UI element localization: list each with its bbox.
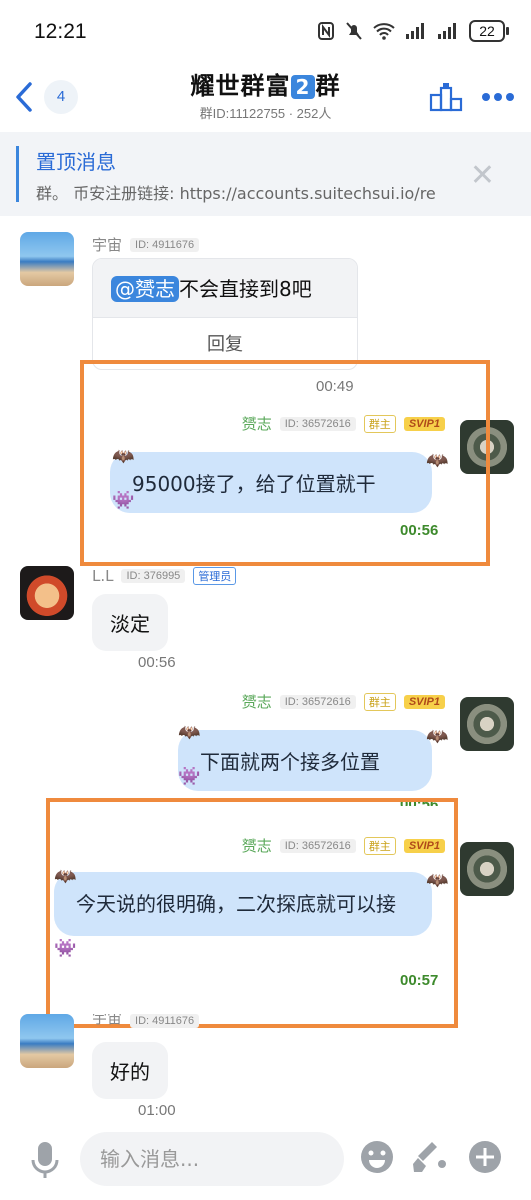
bat-decoration-icon: 🦇: [178, 722, 201, 743]
ghost-decoration-icon: 👾: [178, 766, 201, 787]
message-bubble: 好的: [92, 1042, 168, 1099]
input-bar: 输入消息...: [0, 1120, 531, 1200]
battery-indicator: 22: [469, 20, 509, 42]
sender-name: L.L: [92, 567, 114, 585]
role-badge: 管理员: [193, 567, 237, 585]
avatar[interactable]: [460, 842, 514, 896]
message-input[interactable]: 输入消息...: [80, 1132, 344, 1186]
sender-id: ID: 36572616: [279, 694, 356, 709]
message-card: @赟志 不会直接到8吧 回复: [92, 258, 358, 370]
sender-info: 宇宙 ID: 4911676: [92, 1014, 200, 1028]
status-bar: 12:21 22: [0, 0, 531, 62]
sender-name: 宇宙: [92, 236, 123, 254]
highlight-box: [80, 360, 490, 566]
sender-id: ID: 376995: [121, 569, 186, 583]
unread-count-badge: 4: [44, 80, 78, 114]
avatar[interactable]: [20, 566, 74, 620]
leaderboard-icon[interactable]: [429, 82, 463, 112]
back-button[interactable]: 4: [14, 80, 78, 114]
chat-header: 耀世群富 2 群 群ID:11122755 · 252人 4: [0, 62, 531, 132]
close-icon[interactable]: ✕: [470, 158, 495, 193]
message-bubble: 下面就两个接多位置: [178, 730, 432, 791]
sender-info: 赟志 ID: 36572616 群主 SVIP1: [242, 691, 445, 712]
vip-badge: SVIP1: [403, 694, 445, 709]
pinned-message[interactable]: 置顶消息 群。 币安注册链接: https://accounts.suitech…: [0, 132, 531, 216]
bat-decoration-icon: 🦇: [426, 726, 449, 747]
signal-icon: [406, 23, 424, 39]
highlight-box: [46, 798, 458, 1028]
sender-info: L.L ID: 376995 管理员: [92, 567, 237, 585]
avatar[interactable]: [460, 697, 514, 751]
more-icon[interactable]: [481, 92, 515, 102]
status-time: 12:21: [34, 20, 87, 43]
pinned-accent-bar: [16, 146, 19, 202]
status-icons: 22: [317, 20, 509, 42]
mute-icon: [346, 22, 362, 40]
avatar[interactable]: [20, 232, 74, 286]
avatar[interactable]: [20, 1014, 74, 1068]
role-badge: 群主: [363, 692, 396, 711]
message-time: 01:00: [138, 1102, 176, 1119]
header-actions: [429, 82, 515, 112]
mention-tag[interactable]: @赟志: [111, 276, 179, 302]
message-time: 00:56: [138, 654, 176, 671]
add-icon[interactable]: [468, 1140, 502, 1174]
sticker-icon[interactable]: [412, 1140, 448, 1174]
signal-icon-2: [438, 23, 456, 39]
wifi-icon: [373, 23, 395, 40]
sender-name: 赟志: [241, 693, 272, 711]
sender-id: ID: 4911676: [130, 237, 200, 252]
group-number-badge: 2: [290, 75, 316, 99]
emoji-icon[interactable]: [360, 1140, 394, 1174]
sender-name: 宇宙: [92, 1014, 123, 1027]
microphone-icon[interactable]: [30, 1140, 60, 1180]
message-text: @赟志 不会直接到8吧: [93, 259, 357, 317]
sender-info: 宇宙 ID: 4911676: [92, 234, 200, 255]
pinned-title: 置顶消息: [36, 150, 116, 174]
sender-id: ID: 4911676: [130, 1014, 200, 1028]
chevron-left-icon: [16, 82, 32, 112]
nfc-icon: [318, 22, 334, 40]
pinned-text: 群。 币安注册链接: https://accounts.suitechsui.i…: [36, 184, 436, 203]
message-bubble: 淡定: [92, 594, 168, 651]
